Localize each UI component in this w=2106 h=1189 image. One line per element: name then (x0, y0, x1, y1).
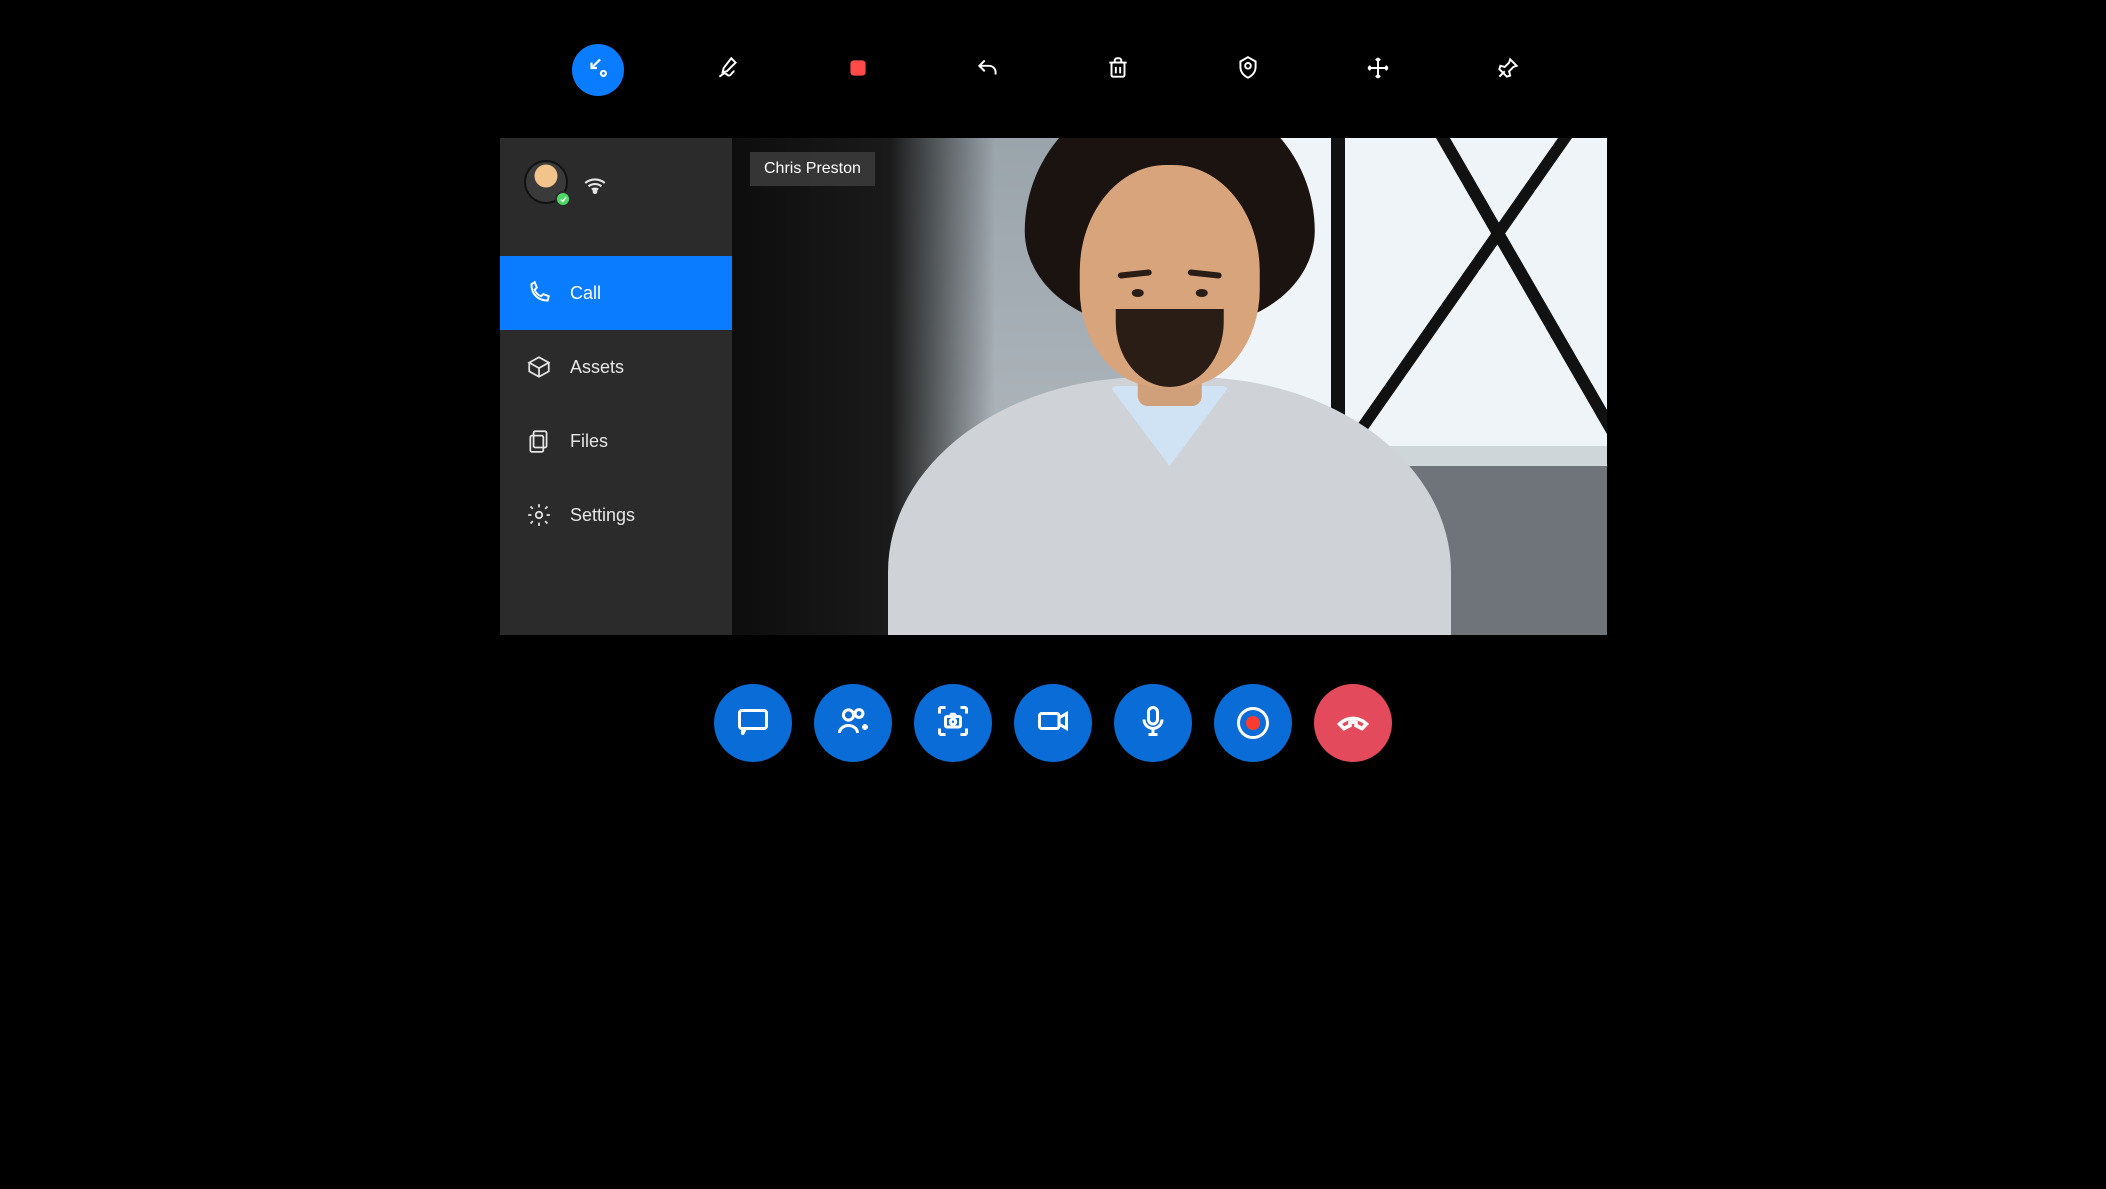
gear-icon (526, 502, 552, 528)
add-participant-button[interactable] (814, 684, 892, 762)
ink-button[interactable] (702, 44, 754, 96)
sidebar-item-label: Settings (570, 505, 635, 526)
remote-participant-video (863, 138, 1476, 635)
phone-icon (526, 280, 552, 306)
app-stage: Call Assets Files (353, 0, 1753, 790)
add-participant-icon (835, 703, 871, 744)
chat-icon (735, 703, 771, 744)
sidebar-item-label: Call (570, 283, 601, 304)
record-button[interactable] (1214, 684, 1292, 762)
user-avatar[interactable] (524, 160, 568, 204)
delete-button[interactable] (1092, 44, 1144, 96)
hangup-icon (1335, 703, 1371, 744)
ink-icon (715, 55, 741, 86)
presence-available-icon (555, 191, 571, 207)
sidebar: Call Assets Files (500, 138, 732, 635)
sidebar-item-files[interactable]: Files (500, 404, 732, 478)
video-toggle-button[interactable] (1014, 684, 1092, 762)
move-button[interactable] (1352, 44, 1404, 96)
chat-button[interactable] (714, 684, 792, 762)
sidebar-nav: Call Assets Files (500, 256, 732, 552)
sidebar-item-label: Files (570, 431, 608, 452)
participant-name-tag: Chris Preston (750, 152, 875, 186)
camera-capture-icon (935, 703, 971, 744)
undo-icon (975, 55, 1001, 86)
sidebar-header (500, 138, 732, 256)
collapse-icon (585, 55, 611, 86)
assets-icon (526, 354, 552, 380)
trash-icon (1105, 55, 1131, 86)
pin-icon (1495, 55, 1521, 86)
place-marker-icon (1235, 55, 1261, 86)
files-icon (526, 428, 552, 454)
capture-button[interactable] (914, 684, 992, 762)
sidebar-item-label: Assets (570, 357, 624, 378)
annotation-toolbar (353, 44, 1753, 96)
stop-icon (845, 55, 871, 86)
sidebar-item-assets[interactable]: Assets (500, 330, 732, 404)
place-button[interactable] (1222, 44, 1274, 96)
video-icon (1035, 703, 1071, 744)
participant-name: Chris Preston (764, 160, 861, 177)
record-icon (1237, 707, 1269, 739)
move-icon (1365, 55, 1391, 86)
collapse-button[interactable] (572, 44, 624, 96)
video-feed: Chris Preston (732, 138, 1607, 635)
sidebar-item-call[interactable]: Call (500, 256, 732, 330)
end-call-button[interactable] (1314, 684, 1392, 762)
microphone-toggle-button[interactable] (1114, 684, 1192, 762)
sidebar-item-settings[interactable]: Settings (500, 478, 732, 552)
pin-button[interactable] (1482, 44, 1534, 96)
signal-strength-icon (582, 170, 608, 201)
undo-button[interactable] (962, 44, 1014, 96)
call-controls (353, 684, 1753, 762)
app-panel: Call Assets Files (500, 138, 1607, 635)
microphone-icon (1135, 703, 1171, 744)
stop-button[interactable] (832, 44, 884, 96)
